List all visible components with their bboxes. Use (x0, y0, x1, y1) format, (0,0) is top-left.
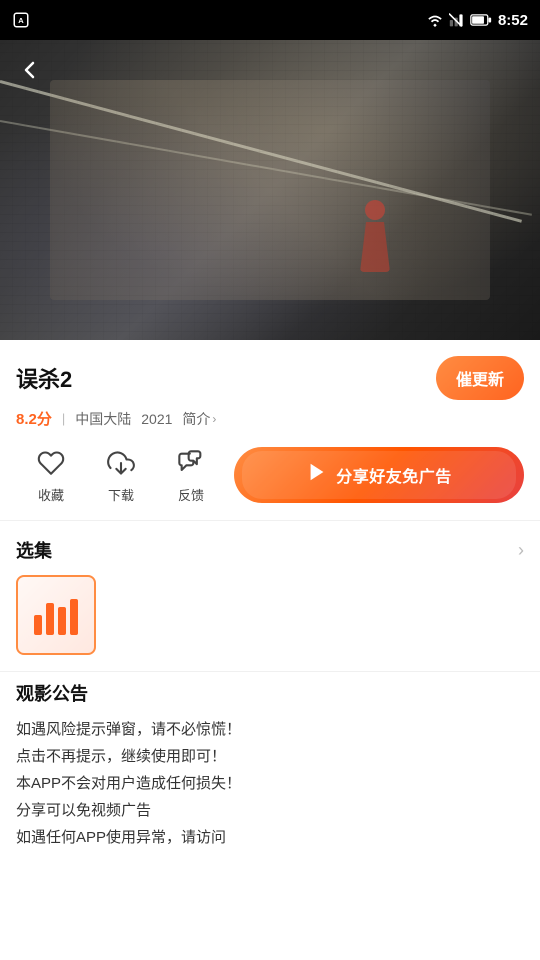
share-ad-icon (306, 461, 328, 489)
episode-thumbnail[interactable] (16, 575, 96, 655)
battery-icon (470, 14, 492, 26)
favorite-action[interactable]: 收藏 (16, 445, 86, 504)
feedback-label: 反馈 (178, 485, 204, 504)
feedback-action[interactable]: 反馈 (156, 445, 226, 504)
clock-time: 8:52 (498, 12, 528, 29)
movie-score: 8.2分 (16, 408, 52, 429)
status-left: A (12, 11, 30, 29)
video-player[interactable] (0, 40, 540, 340)
update-button[interactable]: 催更新 (436, 356, 524, 400)
back-button[interactable] (12, 52, 48, 88)
heart-icon (33, 445, 69, 481)
meta-row: 8.2分 | 中国大陆 2021 简介 › (16, 408, 524, 429)
download-action[interactable]: 下载 (86, 445, 156, 504)
app-icon: A (12, 11, 30, 29)
meta-divider-1: | (62, 411, 65, 426)
action-bar: 收藏 下载 反馈 (16, 445, 524, 504)
share-ad-label: 分享好友免广告 (336, 463, 452, 487)
notice-body: 如遇风险提示弹窗，请不必惊慌！ 点击不再提示，继续使用即可！ 本APP不会对用户… (16, 716, 524, 851)
notice-title: 观影公告 (16, 680, 524, 706)
movie-origin: 中国大陆 (75, 409, 131, 429)
bar-2 (46, 603, 54, 635)
episodes-arrow-icon: › (518, 540, 524, 561)
bar-1 (34, 615, 42, 635)
bars-icon (34, 595, 78, 635)
notice-line-3: 本APP不会对用户造成任何损失！ (16, 775, 241, 792)
download-label: 下载 (108, 485, 134, 504)
status-right: 8:52 (426, 12, 528, 29)
figure-silhouette (350, 200, 400, 290)
bar-4 (70, 599, 78, 635)
share-ad-button[interactable]: 分享好友免广告 (234, 447, 524, 503)
video-thumbnail (0, 40, 540, 340)
cable-decoration-2 (0, 120, 532, 216)
status-icons (426, 13, 492, 27)
status-bar: A 8:52 (0, 0, 540, 40)
main-content: 误杀2 催更新 8.2分 | 中国大陆 2021 简介 › 收藏 (0, 340, 540, 859)
intro-arrow-icon: › (212, 412, 216, 426)
download-icon (103, 445, 139, 481)
feedback-icon (173, 445, 209, 481)
svg-text:A: A (18, 16, 24, 25)
title-row: 误杀2 催更新 (16, 356, 524, 400)
movie-year: 2021 (141, 411, 172, 427)
intro-label: 简介 (182, 409, 210, 429)
favorite-label: 收藏 (38, 485, 64, 504)
cable-decoration (0, 80, 522, 223)
notice-section: 观影公告 如遇风险提示弹窗，请不必惊慌！ 点击不再提示，继续使用即可！ 本APP… (16, 672, 524, 859)
episodes-title: 选集 (16, 537, 52, 563)
episodes-section-header[interactable]: 选集 › (16, 521, 524, 575)
texture-overlay (0, 40, 540, 340)
movie-title: 误杀2 (16, 362, 72, 394)
notice-line-1: 如遇风险提示弹窗，请不必惊慌！ (16, 721, 241, 738)
notice-line-4: 分享可以免视频广告 (16, 802, 151, 819)
wifi-icon (426, 13, 444, 27)
notice-line-5: 如遇任何APP使用异常，请访问 (16, 829, 226, 846)
bar-3 (58, 607, 66, 635)
signal-icon (449, 13, 465, 27)
intro-link[interactable]: 简介 › (182, 409, 216, 429)
notice-line-2: 点击不再提示，继续使用即可！ (16, 748, 226, 765)
